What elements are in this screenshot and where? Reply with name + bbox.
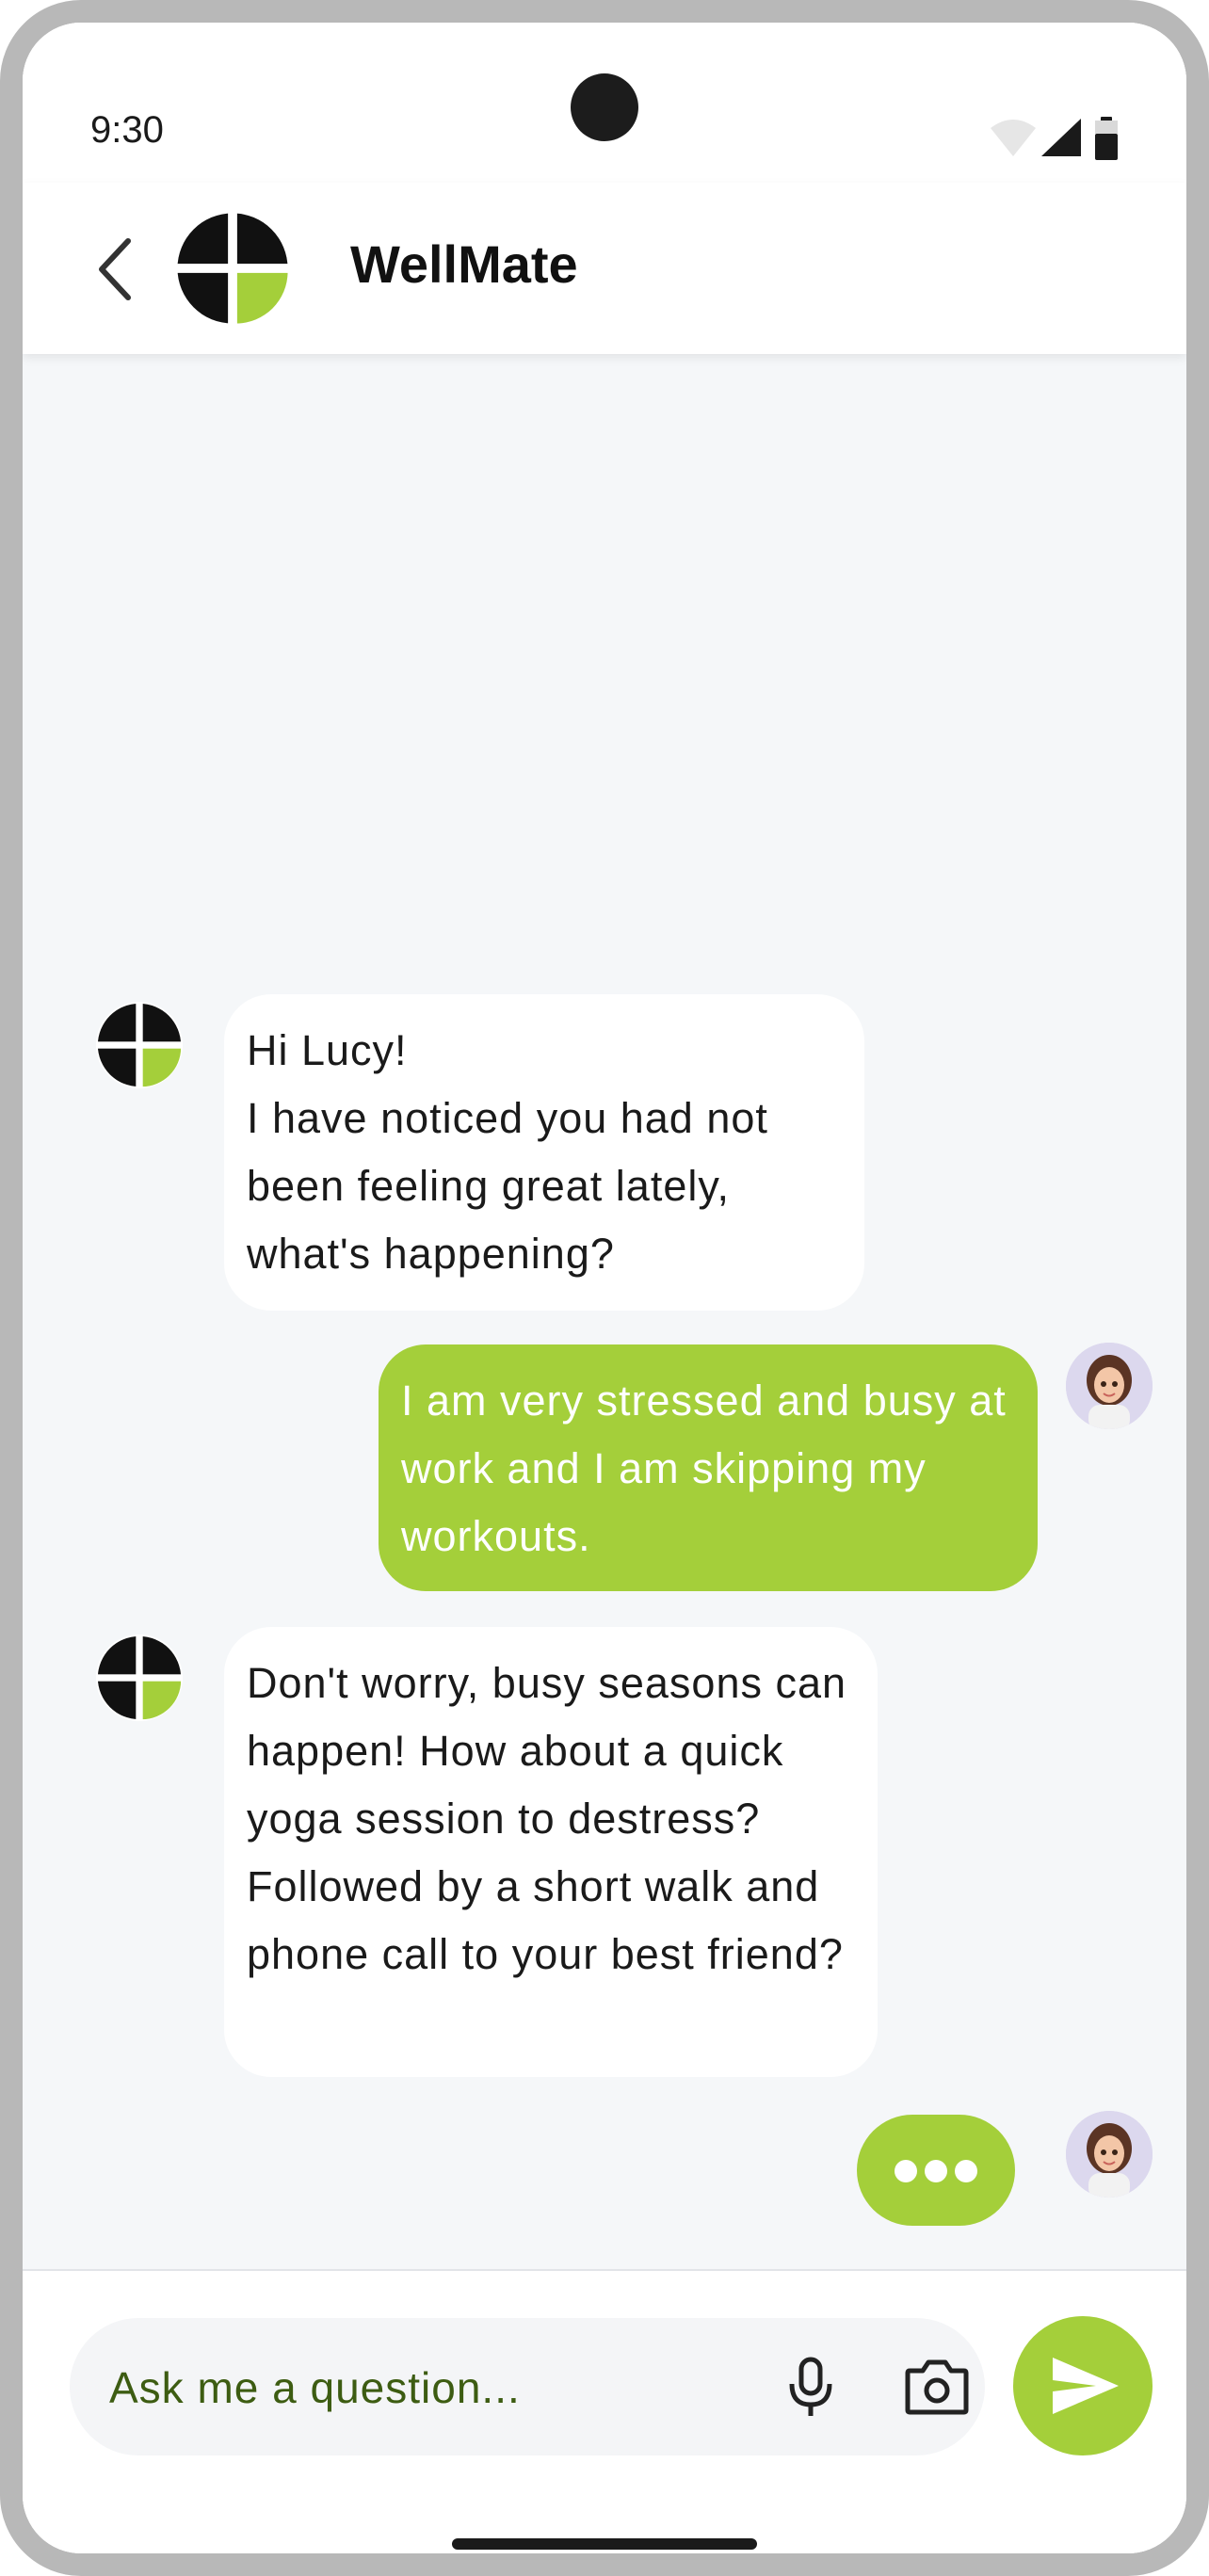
signal-icon <box>1041 119 1081 156</box>
status-time: 9:30 <box>90 109 164 151</box>
user-message: I am very stressed and busy at work and … <box>379 1344 1038 1591</box>
composer-bar <box>23 2269 1186 2553</box>
camera-icon <box>905 2359 969 2415</box>
status-icons <box>989 117 1130 160</box>
typing-indicator <box>857 2115 1015 2226</box>
typing-dot <box>925 2160 947 2182</box>
bot-avatar <box>96 1634 183 1721</box>
bot-message: Hi Lucy! I have noticed you had not been… <box>224 994 864 1311</box>
home-indicator[interactable] <box>452 2538 757 2550</box>
chat-area[interactable]: Hi Lucy! I have noticed you had not been… <box>23 354 1186 2269</box>
typing-dot <box>895 2160 917 2182</box>
wellmate-logo <box>175 211 290 326</box>
composer-pill <box>70 2318 985 2455</box>
user-avatar <box>1066 2111 1153 2198</box>
user-avatar <box>1066 1343 1153 1429</box>
wifi-icon <box>991 120 1036 156</box>
typing-dot <box>955 2160 977 2182</box>
message-input[interactable] <box>107 2354 723 2422</box>
phone-frame: 9:30 WellMate Hi Lucy! I have noticed yo… <box>0 0 1209 2576</box>
send-button[interactable] <box>1013 2316 1153 2455</box>
screen: 9:30 WellMate Hi Lucy! I have noticed yo… <box>23 23 1186 2553</box>
send-icon <box>1053 2358 1119 2414</box>
microphone-icon <box>789 2357 832 2416</box>
battery-icon <box>1095 117 1118 160</box>
camera-button[interactable] <box>904 2358 970 2416</box>
back-button[interactable] <box>85 235 145 303</box>
chat-header: WellMate <box>23 183 1186 354</box>
bot-avatar <box>96 1002 183 1088</box>
chat-title: WellMate <box>350 234 578 294</box>
chevron-left-icon <box>99 238 131 300</box>
front-camera <box>571 73 638 141</box>
bot-message: Don't worry, busy seasons can happen! Ho… <box>224 1627 878 2077</box>
status-bar: 9:30 <box>23 23 1186 183</box>
microphone-button[interactable] <box>782 2356 840 2418</box>
